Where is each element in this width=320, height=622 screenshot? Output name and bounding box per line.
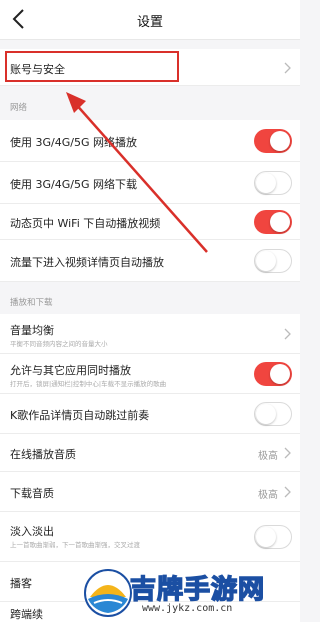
fade-toggle[interactable] — [254, 525, 292, 549]
online-quality-row[interactable]: 在线播放音质 极高 — [0, 434, 300, 472]
volume-balance-label: 音量均衡 — [10, 324, 54, 337]
download-quality-label: 下载音质 — [10, 487, 54, 500]
section-play-title: 播放和下载 — [10, 298, 53, 308]
mix-play-toggle[interactable] — [254, 362, 292, 386]
skip-intro-label: K歌作品详情页自动跳过前奏 — [10, 409, 150, 422]
data-autoplay-toggle[interactable] — [254, 249, 292, 273]
fade-label: 淡入淡出 — [10, 525, 54, 538]
download-quality-row[interactable]: 下载音质 极高 — [0, 472, 300, 512]
mix-play-row[interactable]: 允许与其它应用同时播放 打开后，锁屏|通知栏|控制中心|车载不显示播放的歌曲 — [0, 354, 300, 394]
download-quality-value: 极高 — [258, 490, 278, 501]
podcast-label: 播客 — [10, 577, 32, 590]
chevron-right-icon — [284, 486, 291, 498]
fade-row[interactable]: 淡入淡出 上一首歌曲渐弱，下一首歌曲渐强，交叉过渡 — [0, 512, 300, 562]
page-title: 设置 — [136, 15, 163, 30]
watermark-logo: 吉牌手游网 www.jykz.com.cn — [82, 565, 296, 621]
chevron-right-icon — [284, 62, 291, 74]
network-play-label: 使用 3G/4G/5G 网络播放 — [10, 136, 137, 149]
online-quality-label: 在线播放音质 — [10, 448, 76, 461]
online-quality-value: 极高 — [258, 451, 278, 462]
network-download-label: 使用 3G/4G/5G 网络下载 — [10, 178, 137, 191]
chevron-right-icon — [284, 447, 291, 459]
volume-balance-desc: 平衡不同音频内容之间的音量大小 — [10, 340, 108, 348]
watermark-url: www.jykz.com.cn — [142, 603, 233, 614]
volume-balance-row[interactable]: 音量均衡 平衡不同音频内容之间的音量大小 — [0, 314, 300, 354]
network-download-row[interactable]: 使用 3G/4G/5G 网络下载 — [0, 162, 300, 204]
data-autoplay-label: 流量下进入视频详情页自动播放 — [10, 256, 164, 269]
wifi-autoplay-toggle[interactable] — [254, 210, 292, 234]
wifi-autoplay-label: 动态页中 WiFi 下自动播放视频 — [10, 217, 161, 230]
section-network-title: 网络 — [10, 103, 28, 113]
mix-play-desc: 打开后，锁屏|通知栏|控制中心|车载不显示播放的歌曲 — [10, 380, 167, 388]
data-autoplay-row[interactable]: 流量下进入视频详情页自动播放 — [0, 240, 300, 282]
watermark-text: 吉牌手游网 — [129, 574, 266, 606]
network-download-toggle[interactable] — [254, 171, 292, 195]
skip-intro-row[interactable]: K歌作品详情页自动跳过前奏 — [0, 394, 300, 434]
mix-play-label: 允许与其它应用同时播放 — [10, 364, 131, 377]
cross-device-label: 跨端续 — [10, 608, 43, 621]
watermark-emblem-icon — [84, 569, 132, 617]
network-play-toggle[interactable] — [254, 129, 292, 153]
highlight-box — [5, 51, 179, 82]
fade-desc: 上一首歌曲渐弱，下一首歌曲渐强，交叉过渡 — [10, 541, 140, 549]
wifi-autoplay-row[interactable]: 动态页中 WiFi 下自动播放视频 — [0, 204, 300, 240]
network-play-row[interactable]: 使用 3G/4G/5G 网络播放 — [0, 120, 300, 162]
chevron-right-icon — [284, 328, 291, 340]
nav-bar: 设置 — [0, 0, 300, 40]
skip-intro-toggle[interactable] — [254, 402, 292, 426]
